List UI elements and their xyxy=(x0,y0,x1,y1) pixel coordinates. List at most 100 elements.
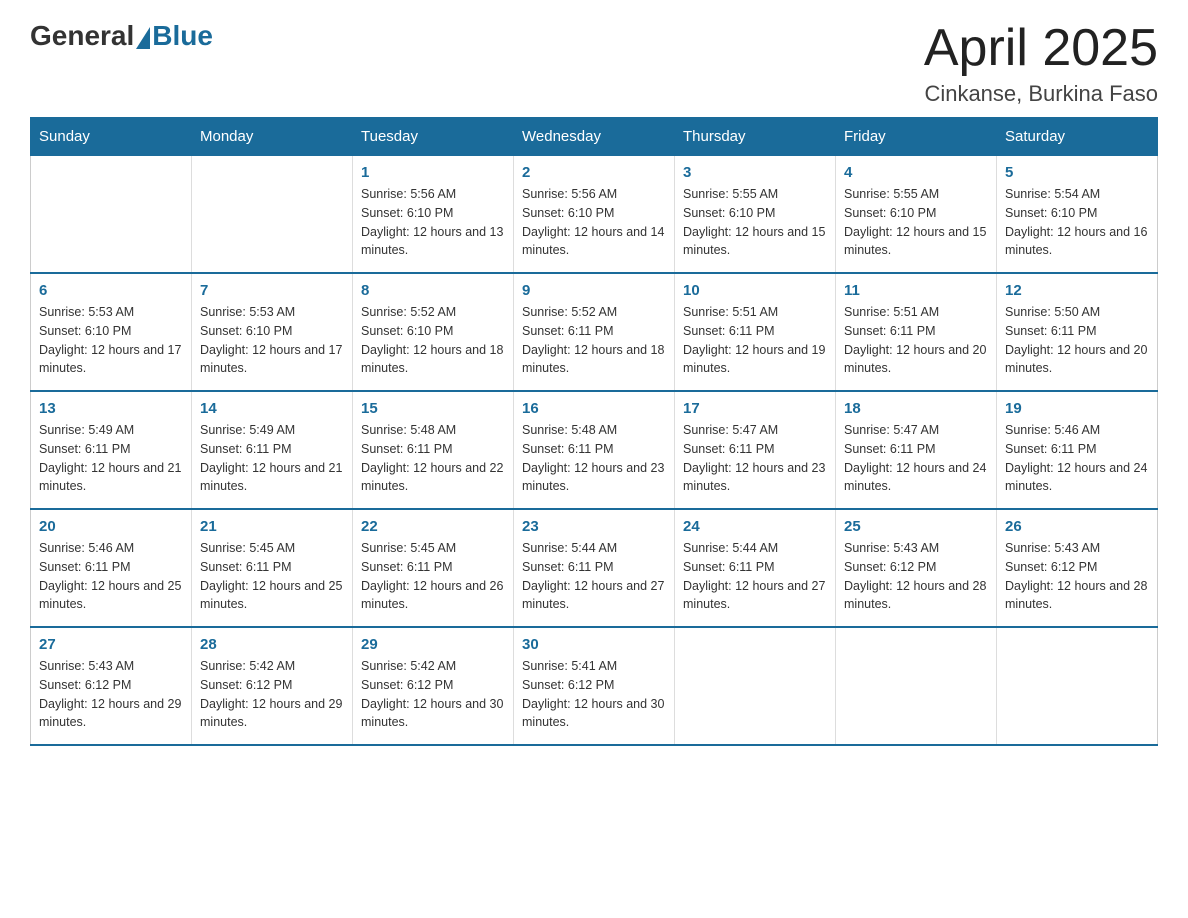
calendar-cell: 30Sunrise: 5:41 AMSunset: 6:12 PMDayligh… xyxy=(514,627,675,745)
title-area: April 2025 Cinkanse, Burkina Faso xyxy=(924,20,1158,107)
calendar-week-row: 27Sunrise: 5:43 AMSunset: 6:12 PMDayligh… xyxy=(31,627,1158,745)
day-info: Sunrise: 5:50 AMSunset: 6:11 PMDaylight:… xyxy=(1005,303,1149,378)
weekday-header-sunday: Sunday xyxy=(31,118,192,156)
calendar-cell: 10Sunrise: 5:51 AMSunset: 6:11 PMDayligh… xyxy=(675,273,836,391)
calendar-cell: 11Sunrise: 5:51 AMSunset: 6:11 PMDayligh… xyxy=(836,273,997,391)
location-title: Cinkanse, Burkina Faso xyxy=(924,81,1158,107)
calendar-cell: 13 Sunrise: 5:49 AMSunset: 6:11 PMDayligh… xyxy=(31,391,192,509)
day-number: 1 xyxy=(361,164,505,181)
weekday-header-row: SundayMondayTuesdayWednesdayThursdayFrid… xyxy=(31,118,1158,156)
day-number: 4 xyxy=(844,164,988,181)
day-number: 19 xyxy=(1005,400,1149,417)
weekday-header-thursday: Thursday xyxy=(675,118,836,156)
weekday-header-saturday: Saturday xyxy=(997,118,1158,156)
day-number: 20 xyxy=(39,518,183,535)
day-info: Sunrise: 5:43 AMSunset: 6:12 PMDaylight:… xyxy=(39,657,183,732)
day-info: Sunrise: 5:52 AMSunset: 6:10 PMDaylight:… xyxy=(361,303,505,378)
day-number: 8 xyxy=(361,282,505,299)
calendar-cell: 3 Sunrise: 5:55 AMSunset: 6:10 PMDaylight… xyxy=(675,156,836,274)
day-number: 15 xyxy=(361,400,505,417)
day-number: 9 xyxy=(522,282,666,299)
calendar-cell: 20 Sunrise: 5:46 AMSunset: 6:11 PMDayligh… xyxy=(31,509,192,627)
calendar-cell: 27Sunrise: 5:43 AMSunset: 6:12 PMDayligh… xyxy=(31,627,192,745)
calendar-cell: 29 Sunrise: 5:42 AMSunset: 6:12 PMDayligh… xyxy=(353,627,514,745)
day-info: Sunrise: 5:42 AMSunset: 6:12 PMDaylight:… xyxy=(361,657,505,732)
calendar-cell: 19 Sunrise: 5:46 AMSunset: 6:11 PMDayligh… xyxy=(997,391,1158,509)
calendar-cell: 28 Sunrise: 5:42 AMSunset: 6:12 PMDayligh… xyxy=(192,627,353,745)
day-number: 5 xyxy=(1005,164,1149,181)
calendar-cell: 18 Sunrise: 5:47 AMSunset: 6:11 PMDayligh… xyxy=(836,391,997,509)
calendar-cell: 4 Sunrise: 5:55 AMSunset: 6:10 PMDaylight… xyxy=(836,156,997,274)
day-number: 14 xyxy=(200,400,344,417)
day-info: Sunrise: 5:53 AMSunset: 6:10 PMDaylight:… xyxy=(39,303,183,378)
calendar-cell: 21 Sunrise: 5:45 AMSunset: 6:11 PMDayligh… xyxy=(192,509,353,627)
calendar-cell: 9Sunrise: 5:52 AMSunset: 6:11 PMDaylight… xyxy=(514,273,675,391)
page-header: General Blue April 2025 Cinkanse, Burkin… xyxy=(30,20,1158,107)
calendar-body: 1 Sunrise: 5:56 AMSunset: 6:10 PMDaylight… xyxy=(31,156,1158,746)
day-number: 17 xyxy=(683,400,827,417)
calendar-cell: 8 Sunrise: 5:52 AMSunset: 6:10 PMDaylight… xyxy=(353,273,514,391)
day-info: Sunrise: 5:56 AMSunset: 6:10 PMDaylight:… xyxy=(522,185,666,260)
calendar-week-row: 1 Sunrise: 5:56 AMSunset: 6:10 PMDaylight… xyxy=(31,156,1158,274)
day-number: 28 xyxy=(200,636,344,653)
day-info: Sunrise: 5:42 AMSunset: 6:12 PMDaylight:… xyxy=(200,657,344,732)
calendar-cell: 22 Sunrise: 5:45 AMSunset: 6:11 PMDayligh… xyxy=(353,509,514,627)
calendar-cell: 23 Sunrise: 5:44 AMSunset: 6:11 PMDayligh… xyxy=(514,509,675,627)
day-info: Sunrise: 5:46 AMSunset: 6:11 PMDaylight:… xyxy=(1005,421,1149,496)
calendar-cell xyxy=(31,156,192,274)
day-info: Sunrise: 5:44 AMSunset: 6:11 PMDaylight:… xyxy=(522,539,666,614)
calendar-cell: 26Sunrise: 5:43 AMSunset: 6:12 PMDayligh… xyxy=(997,509,1158,627)
calendar-cell: 25 Sunrise: 5:43 AMSunset: 6:12 PMDayligh… xyxy=(836,509,997,627)
day-number: 29 xyxy=(361,636,505,653)
day-number: 18 xyxy=(844,400,988,417)
calendar-cell: 15 Sunrise: 5:48 AMSunset: 6:11 PMDayligh… xyxy=(353,391,514,509)
day-number: 25 xyxy=(844,518,988,535)
calendar-week-row: 20 Sunrise: 5:46 AMSunset: 6:11 PMDayligh… xyxy=(31,509,1158,627)
calendar-cell: 16Sunrise: 5:48 AMSunset: 6:11 PMDayligh… xyxy=(514,391,675,509)
day-number: 12 xyxy=(1005,282,1149,299)
weekday-header-monday: Monday xyxy=(192,118,353,156)
calendar-cell: 2Sunrise: 5:56 AMSunset: 6:10 PMDaylight… xyxy=(514,156,675,274)
calendar-cell xyxy=(997,627,1158,745)
day-number: 22 xyxy=(361,518,505,535)
day-info: Sunrise: 5:46 AMSunset: 6:11 PMDaylight:… xyxy=(39,539,183,614)
day-number: 21 xyxy=(200,518,344,535)
calendar-cell: 1Sunrise: 5:56 AMSunset: 6:10 PMDaylight… xyxy=(353,156,514,274)
calendar-week-row: 6 Sunrise: 5:53 AMSunset: 6:10 PMDaylight… xyxy=(31,273,1158,391)
month-title: April 2025 xyxy=(924,20,1158,77)
day-info: Sunrise: 5:49 AMSunset: 6:11 PMDaylight:… xyxy=(39,421,183,496)
day-info: Sunrise: 5:48 AMSunset: 6:11 PMDaylight:… xyxy=(361,421,505,496)
day-info: Sunrise: 5:44 AMSunset: 6:11 PMDaylight:… xyxy=(683,539,827,614)
day-info: Sunrise: 5:54 AMSunset: 6:10 PMDaylight:… xyxy=(1005,185,1149,260)
calendar-cell xyxy=(836,627,997,745)
calendar-table: SundayMondayTuesdayWednesdayThursdayFrid… xyxy=(30,117,1158,746)
weekday-header-tuesday: Tuesday xyxy=(353,118,514,156)
day-info: Sunrise: 5:43 AMSunset: 6:12 PMDaylight:… xyxy=(844,539,988,614)
day-info: Sunrise: 5:53 AMSunset: 6:10 PMDaylight:… xyxy=(200,303,344,378)
day-number: 23 xyxy=(522,518,666,535)
calendar-week-row: 13 Sunrise: 5:49 AMSunset: 6:11 PMDayligh… xyxy=(31,391,1158,509)
day-info: Sunrise: 5:47 AMSunset: 6:11 PMDaylight:… xyxy=(844,421,988,496)
day-info: Sunrise: 5:45 AMSunset: 6:11 PMDaylight:… xyxy=(200,539,344,614)
calendar-cell: 7 Sunrise: 5:53 AMSunset: 6:10 PMDaylight… xyxy=(192,273,353,391)
day-number: 10 xyxy=(683,282,827,299)
calendar-cell xyxy=(192,156,353,274)
day-number: 16 xyxy=(522,400,666,417)
day-info: Sunrise: 5:45 AMSunset: 6:11 PMDaylight:… xyxy=(361,539,505,614)
day-number: 13 xyxy=(39,400,183,417)
day-number: 6 xyxy=(39,282,183,299)
calendar-cell: 12 Sunrise: 5:50 AMSunset: 6:11 PMDayligh… xyxy=(997,273,1158,391)
day-number: 3 xyxy=(683,164,827,181)
logo: General Blue xyxy=(30,20,213,52)
day-info: Sunrise: 5:49 AMSunset: 6:11 PMDaylight:… xyxy=(200,421,344,496)
calendar-cell: 24 Sunrise: 5:44 AMSunset: 6:11 PMDayligh… xyxy=(675,509,836,627)
day-number: 24 xyxy=(683,518,827,535)
day-number: 7 xyxy=(200,282,344,299)
weekday-header-friday: Friday xyxy=(836,118,997,156)
calendar-cell: 6 Sunrise: 5:53 AMSunset: 6:10 PMDaylight… xyxy=(31,273,192,391)
calendar-cell: 17Sunrise: 5:47 AMSunset: 6:11 PMDayligh… xyxy=(675,391,836,509)
logo-triangle-icon xyxy=(136,27,150,49)
day-info: Sunrise: 5:55 AMSunset: 6:10 PMDaylight:… xyxy=(683,185,827,260)
day-info: Sunrise: 5:55 AMSunset: 6:10 PMDaylight:… xyxy=(844,185,988,260)
calendar-cell: 5 Sunrise: 5:54 AMSunset: 6:10 PMDaylight… xyxy=(997,156,1158,274)
